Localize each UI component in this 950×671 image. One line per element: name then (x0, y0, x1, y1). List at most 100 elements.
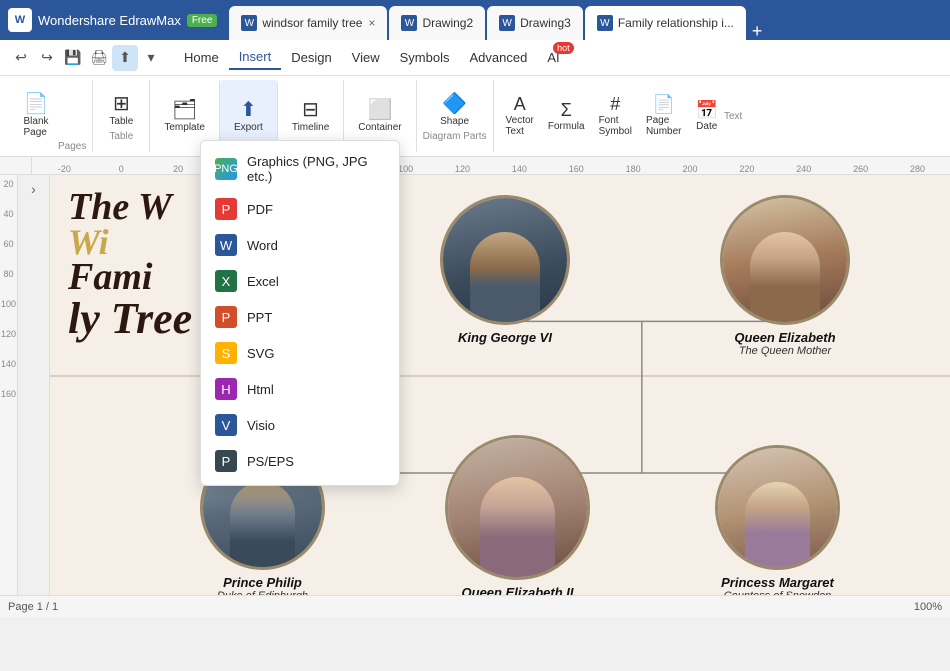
menu-advanced[interactable]: Advanced (459, 46, 537, 69)
tab-close-windsor[interactable]: × (368, 16, 375, 30)
queen-elizabeth-ii-card[interactable]: Queen Elizabeth II (445, 435, 590, 595)
template-button[interactable]: 🗂 Template (156, 96, 213, 137)
queen-elizabeth-mother-sub: The Queen Mother (739, 345, 831, 357)
shape-button[interactable]: 🔷 Shape (432, 90, 477, 131)
blank-page-button[interactable]: 📄 BlankPage (14, 90, 58, 142)
dropdown-item-svg[interactable]: S SVG (201, 335, 399, 371)
left-panel: › (18, 175, 50, 595)
tab-icon-family: W (597, 15, 613, 31)
ribbon-container: ↩ ↪ 💾 🖨 ⬆ ▾ Home Insert Design View Symb… (0, 40, 950, 157)
dropdown-item-pseps[interactable]: P PS/EPS (201, 443, 399, 479)
king-george-portrait (443, 198, 567, 322)
add-tab-button[interactable]: + (752, 22, 763, 40)
pseps-icon: P (215, 450, 237, 472)
more-actions-button[interactable]: ▾ (138, 45, 164, 71)
tab-label-drawing2: Drawing2 (422, 16, 473, 30)
save-button[interactable]: 💾 (60, 45, 86, 71)
menu-home[interactable]: Home (174, 46, 229, 69)
tab-family[interactable]: W Family relationship i... (585, 6, 746, 40)
date-button[interactable]: 📅 Date (690, 93, 724, 139)
dropdown-item-ppt[interactable]: P PPT (201, 299, 399, 335)
blank-page-label: BlankPage (23, 116, 48, 138)
prince-philip-name: Prince Philip (223, 575, 302, 590)
status-text: Page 1 / 1 (8, 601, 58, 613)
dropdown-item-html[interactable]: H Html (201, 371, 399, 407)
king-george-avatar (440, 195, 570, 325)
princess-margaret-card[interactable]: Princess Margaret Countess of Snowdon (715, 445, 840, 595)
king-george-name: King George VI (458, 330, 552, 345)
dropdown-label-ppt: PPT (247, 310, 272, 325)
word-icon: W (215, 234, 237, 256)
export-button[interactable]: ⬆ Export (226, 96, 271, 137)
princess-margaret-sub: Countess of Snowdon (724, 590, 832, 595)
dropdown-item-excel[interactable]: X Excel (201, 263, 399, 299)
vector-text-icon: A (514, 95, 526, 113)
queen-elizabeth-ii-portrait (448, 438, 587, 577)
collapse-button[interactable]: › (31, 181, 36, 197)
free-badge: Free (187, 14, 218, 27)
font-symbol-label: FontSymbol (599, 115, 632, 137)
toolbar-group-shape: 🔷 Shape Diagram Parts (417, 80, 494, 152)
timeline-icon: ⊟ (302, 100, 319, 120)
dropdown-item-visio[interactable]: V Visio (201, 407, 399, 443)
queen-elizabeth-mother-name: Queen Elizabeth (734, 330, 835, 345)
app-icon: W (8, 8, 32, 32)
tab-drawing3[interactable]: W Drawing3 (487, 6, 583, 40)
toolbar-group-pages: 📄 BlankPage Pages (8, 80, 93, 152)
ruler-vertical: 20406080100120140160 (0, 175, 18, 595)
dropdown-label-html: Html (247, 382, 274, 397)
canvas[interactable]: The W Wi Fami ly Tree (50, 175, 950, 595)
tab-icon-windsor: W (241, 15, 257, 31)
tab-label-drawing3: Drawing3 (520, 16, 571, 30)
toolbar: 📄 BlankPage Pages ⊞ Table Table 🗂 Templa… (0, 76, 950, 156)
page-number-icon: 📄 (653, 95, 675, 113)
export-action-button[interactable]: ⬆ (112, 45, 138, 71)
ruler-horizontal: -20 0 20 40 60 80 100 120 140 160 180 20… (0, 157, 950, 175)
canvas-area: 20406080100120140160 › The W Wi Fami ly … (0, 175, 950, 595)
dropdown-item-png[interactable]: PNG Graphics (PNG, JPG etc.) (201, 147, 399, 191)
redo-button[interactable]: ↪ (34, 45, 60, 71)
container-label: Container (358, 122, 401, 133)
container-button[interactable]: ⬜ Container (350, 96, 409, 137)
dropdown-label-svg: SVG (247, 346, 274, 361)
tab-drawing2[interactable]: W Drawing2 (389, 6, 485, 40)
date-label: Date (696, 121, 717, 132)
menu-ai[interactable]: AI hot (537, 46, 569, 69)
tab-icon-drawing3: W (499, 15, 515, 31)
table-button[interactable]: ⊞ Table (99, 90, 143, 131)
queen-elizabeth-ii-avatar (445, 435, 590, 580)
print-button[interactable]: 🖨 (86, 45, 112, 71)
toolbar-group-table: ⊞ Table Table (93, 80, 150, 152)
undo-button[interactable]: ↩ (8, 45, 34, 71)
queen-elizabeth-mother-card[interactable]: Queen Elizabeth The Queen Mother (720, 195, 850, 357)
princess-margaret-portrait (718, 448, 837, 567)
menu-design[interactable]: Design (281, 46, 341, 69)
page-number-button[interactable]: 📄 PageNumber (640, 93, 688, 139)
hot-badge: hot (553, 42, 574, 54)
menu-view[interactable]: View (342, 46, 390, 69)
diagram-parts-label: Diagram Parts (423, 131, 487, 142)
toolbar-group-text: A VectorText Σ Formula # FontSymbol 📄 Pa… (494, 80, 749, 152)
king-george-figure (470, 232, 540, 322)
tab-windsor[interactable]: W windsor family tree × (229, 6, 387, 40)
princess-margaret-avatar (715, 445, 840, 570)
vector-text-button[interactable]: A VectorText (500, 93, 540, 139)
tab-label-family: Family relationship i... (618, 16, 734, 30)
formula-button[interactable]: Σ Formula (542, 93, 591, 139)
dropdown-label-pseps: PS/EPS (247, 454, 294, 469)
menu-symbols[interactable]: Symbols (390, 46, 460, 69)
menu-insert[interactable]: Insert (229, 45, 282, 70)
dropdown-item-pdf[interactable]: P PDF (201, 191, 399, 227)
dropdown-item-word[interactable]: W Word (201, 227, 399, 263)
king-george-card[interactable]: King George VI (440, 195, 570, 345)
template-label: Template (164, 122, 205, 133)
text-group-label: Text (724, 111, 742, 122)
formula-icon: Σ (561, 101, 572, 119)
ruler-v-marks: 20406080100120140160 (0, 175, 17, 399)
font-symbol-button[interactable]: # FontSymbol (593, 93, 638, 139)
timeline-button[interactable]: ⊟ Timeline (284, 96, 337, 137)
excel-icon: X (215, 270, 237, 292)
export-icon: ⬆ (240, 100, 257, 120)
dropdown-label-word: Word (247, 238, 278, 253)
ruler-corner (0, 157, 32, 175)
